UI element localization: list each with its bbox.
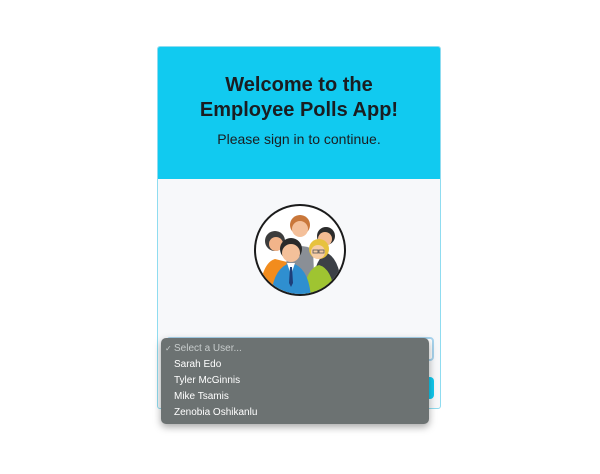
login-page: Welcome to the Employee Polls App! Pleas…: [0, 0, 600, 474]
title-line-2: Employee Polls App!: [199, 99, 399, 121]
option-user[interactable]: Mike Tsamis: [161, 389, 429, 405]
checkmark-icon: ✓: [165, 344, 172, 353]
page-subtitle: Please sign in to continue.: [217, 131, 381, 147]
user-select-dropdown[interactable]: ✓ Select a User... Sarah Edo Tyler McGin…: [161, 338, 429, 424]
title-line-1: Welcome to the: [225, 74, 373, 96]
option-user[interactable]: Zenobia Oshikanlu: [161, 405, 429, 421]
card-header: Welcome to the Employee Polls App! Pleas…: [158, 47, 440, 179]
option-placeholder-label: Select a User...: [174, 343, 242, 354]
option-placeholder[interactable]: ✓ Select a User...: [161, 341, 429, 357]
employees-group-icon: [253, 203, 347, 297]
page-title: Welcome to the Employee Polls App!: [158, 73, 440, 123]
employees-group-icon-svg: [254, 204, 346, 296]
option-user[interactable]: Sarah Edo: [161, 357, 429, 373]
option-user[interactable]: Tyler McGinnis: [161, 373, 429, 389]
